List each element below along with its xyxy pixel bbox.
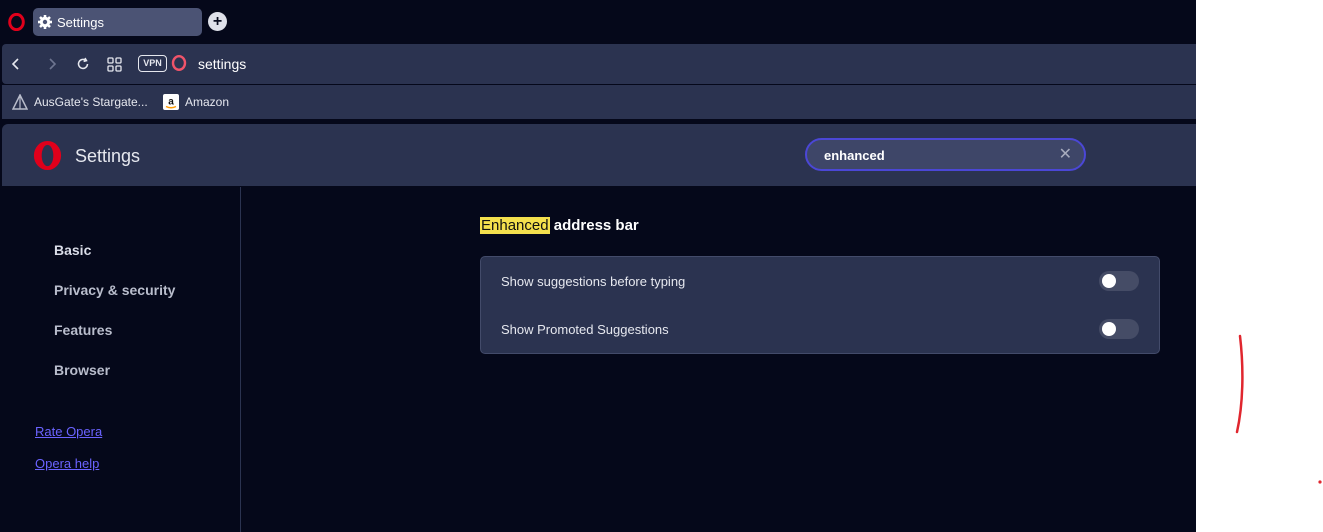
- sidebar-item-browser[interactable]: Browser: [54, 362, 110, 378]
- opera-logo-icon: [33, 140, 62, 171]
- settings-card: Show suggestions before typing Show Prom…: [480, 256, 1160, 354]
- reload-icon: [77, 57, 89, 70]
- search-value: enhanced: [824, 148, 885, 163]
- section-title: Enhanced address bar: [480, 217, 639, 234]
- ausgate-icon: [12, 94, 28, 110]
- address-bar-row: VPN settings: [2, 44, 1196, 84]
- section-title-rest: address bar: [549, 217, 639, 234]
- vpn-badge[interactable]: VPN: [138, 55, 167, 72]
- tab-settings[interactable]: Settings: [33, 8, 202, 36]
- rate-opera-link[interactable]: Rate Opera: [35, 424, 102, 439]
- reload-button[interactable]: [73, 54, 93, 74]
- tab-strip: Settings +: [0, 0, 1196, 44]
- bookmark-label: Amazon: [185, 95, 230, 109]
- gear-icon: [38, 15, 52, 29]
- opera-help-link[interactable]: Opera help: [35, 456, 99, 471]
- forward-button[interactable]: [42, 54, 62, 74]
- bookmark-label: AusGate's Stargate...: [34, 95, 148, 109]
- chevron-right-icon: [49, 58, 57, 70]
- search-highlight: Enhanced: [480, 217, 550, 234]
- sidebar-item-basic[interactable]: Basic: [54, 242, 91, 258]
- tab-grid-button[interactable]: [104, 54, 124, 74]
- suggestions-before-typing-toggle[interactable]: [1099, 271, 1139, 291]
- promoted-suggestions-toggle[interactable]: [1099, 319, 1139, 339]
- browser-window: Settings + VPN settings AusGate's Starga…: [0, 0, 1196, 532]
- tab-title: Settings: [57, 14, 104, 30]
- close-icon[interactable]: ✕: [1059, 146, 1072, 164]
- bookmark-ausgate[interactable]: AusGate's Stargate...: [12, 94, 148, 110]
- sidebar: Basic Privacy & security Features Browse…: [0, 187, 241, 532]
- toggle-knob: [1102, 322, 1116, 336]
- amazon-icon: a: [163, 94, 179, 110]
- setting-label: Show Promoted Suggestions: [501, 322, 669, 337]
- toggle-knob: [1102, 274, 1116, 288]
- grid-icon: [106, 56, 122, 72]
- setting-label: Show suggestions before typing: [501, 274, 686, 289]
- back-button[interactable]: [6, 54, 26, 74]
- bookmark-amazon[interactable]: a Amazon: [163, 94, 229, 110]
- url-field[interactable]: settings: [198, 56, 246, 72]
- new-tab-button[interactable]: +: [208, 12, 227, 31]
- annotation-mark: [1235, 334, 1322, 484]
- sidebar-item-features[interactable]: Features: [54, 322, 112, 338]
- chevron-left-icon: [11, 58, 19, 70]
- page-title: Settings: [75, 146, 141, 166]
- settings-header: Settings enhanced ✕: [2, 124, 1196, 186]
- sidebar-item-privacy[interactable]: Privacy & security: [54, 282, 175, 298]
- opera-menu-icon[interactable]: [8, 13, 25, 31]
- svg-text:a: a: [168, 97, 174, 108]
- search-input[interactable]: enhanced ✕: [805, 138, 1086, 171]
- bookmarks-bar: AusGate's Stargate... a Amazon: [2, 85, 1196, 119]
- opera-icon: [171, 55, 187, 71]
